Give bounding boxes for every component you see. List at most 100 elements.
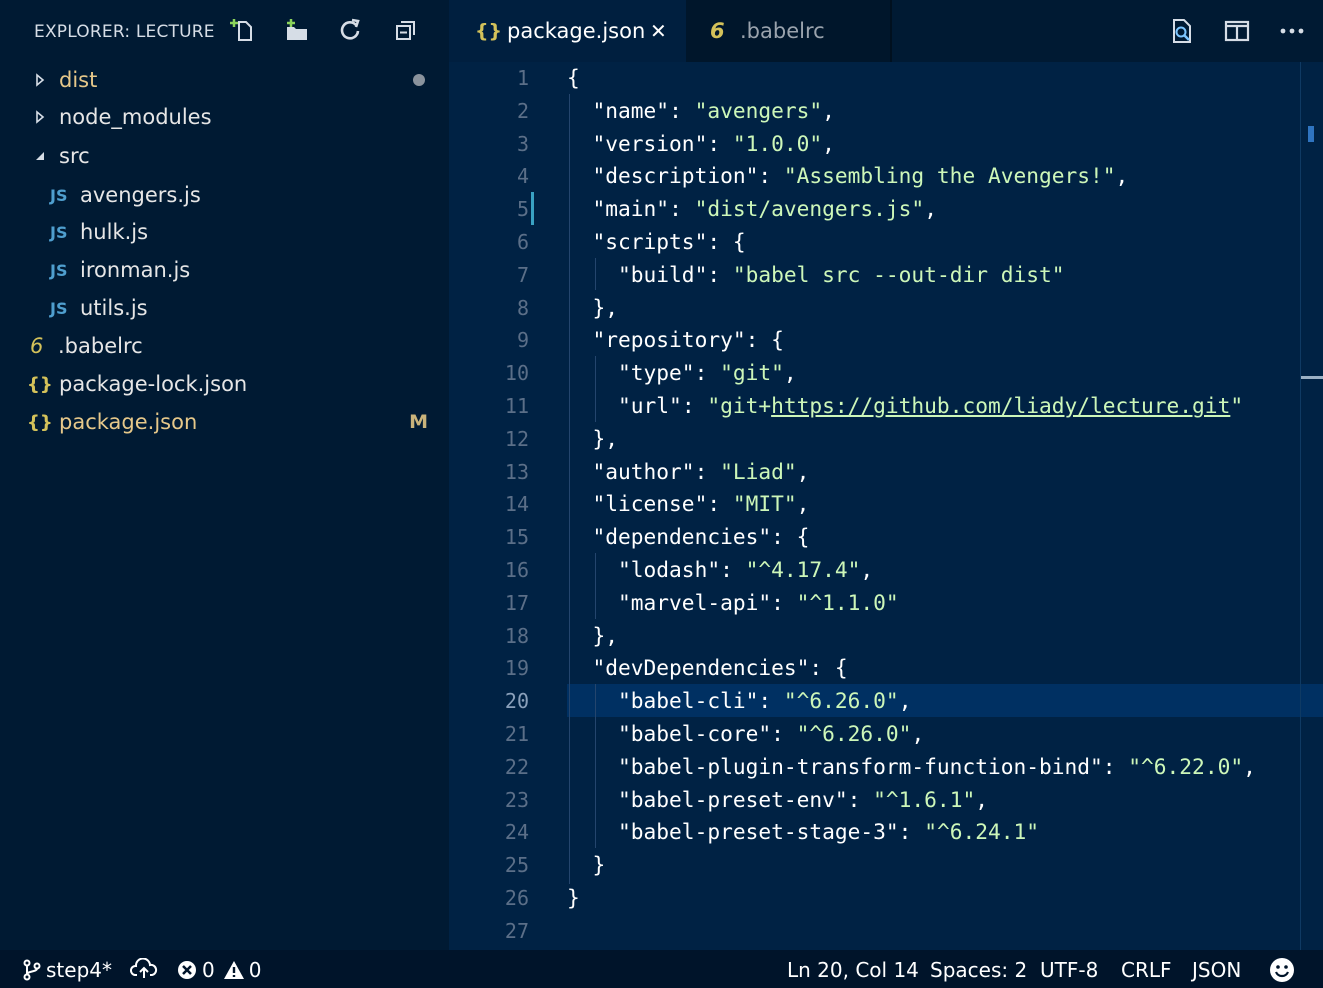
line-number: 3 <box>516 131 529 156</box>
code-content[interactable]: { "name": "avengers", "version": "1.0.0"… <box>567 62 1303 950</box>
punctuation <box>567 557 618 582</box>
chevron-right-icon[interactable] <box>32 109 48 125</box>
punctuation <box>567 131 593 156</box>
line-number: 2 <box>516 98 529 123</box>
tree-item-package-lock-json[interactable]: {} package-lock.json <box>0 366 449 402</box>
punctuation: : <box>669 196 695 222</box>
punctuation <box>567 721 618 746</box>
code-line: "url": "git+https://github.com/liady/lec… <box>567 389 1243 422</box>
line-number: 26 <box>504 886 529 910</box>
punctuation: }, <box>567 622 619 648</box>
encoding-status[interactable]: UTF-8 <box>1040 958 1098 982</box>
code-line: "description": "Assembling the Avengers!… <box>567 159 1129 192</box>
punctuation: , <box>796 458 810 484</box>
branch-status[interactable]: step4* <box>22 958 112 982</box>
chevron-right-icon[interactable] <box>32 72 48 88</box>
problems-status[interactable]: 0 0 <box>176 958 261 982</box>
warning-count: 0 <box>248 958 262 982</box>
punctuation: : { <box>745 327 784 353</box>
feedback-smiley-icon[interactable] <box>1269 957 1295 983</box>
warning-icon <box>223 961 244 979</box>
split-editor-icon[interactable] <box>1222 16 1252 46</box>
tree-item-utils-js[interactable]: JS utils.js <box>0 290 449 326</box>
punctuation: , <box>924 196 937 222</box>
punctuation <box>567 459 593 484</box>
punctuation <box>567 327 593 352</box>
eol-status[interactable]: CRLF <box>1121 958 1172 982</box>
json-file-icon: {} <box>27 411 53 433</box>
language-mode[interactable]: JSON <box>1192 958 1241 982</box>
line-number: 18 <box>504 623 529 648</box>
babel-file-icon: 6 <box>30 334 44 358</box>
punctuation <box>567 262 618 287</box>
line-number: 21 <box>504 722 529 746</box>
refresh-icon[interactable] <box>336 16 364 44</box>
punctuation: , <box>1243 753 1256 779</box>
js-file-icon: JS <box>50 222 68 242</box>
url-link[interactable]: https://github.com/liady/lecture.git <box>771 393 1230 418</box>
line-number: 24 <box>504 820 529 845</box>
tree-item-avengers-js[interactable]: JS avengers.js <box>0 177 449 213</box>
tree-item-hulk-js[interactable]: JS hulk.js <box>0 214 449 250</box>
tab-babelrc[interactable]: 6 .babelrc <box>686 0 890 62</box>
tree-item-label: package-lock.json <box>59 372 248 396</box>
punctuation: , <box>911 721 925 746</box>
code-line: } <box>567 881 580 914</box>
tree-item-ironman-js[interactable]: JS ironman.js <box>0 252 449 288</box>
tree-item-dist[interactable]: dist <box>0 62 449 98</box>
punctuation: : <box>681 393 708 418</box>
open-preview-icon[interactable] <box>1167 16 1197 46</box>
chevron-down-icon[interactable] <box>32 148 48 164</box>
tree-item-label: package.json <box>59 410 198 434</box>
json-string: "1.0.0" <box>732 130 823 156</box>
code-line: "version": "1.0.0", <box>567 127 835 160</box>
sync-icon[interactable] <box>130 958 158 980</box>
more-actions-icon[interactable] <box>1277 16 1307 46</box>
js-file-icon: JS <box>50 185 68 205</box>
tree-item-label: hulk.js <box>80 220 149 244</box>
tab-package-json[interactable]: {} package.json ✕ <box>449 0 686 62</box>
line-number: 27 <box>504 918 529 943</box>
tree-item-babelrc[interactable]: 6 .babelrc <box>0 328 449 364</box>
vertical-scrollbar[interactable] <box>1300 62 1323 950</box>
code-line: "build": "babel src --out-dir dist" <box>567 258 1064 291</box>
json-key: "babel-core" <box>618 721 772 746</box>
tree-item-label: .babelrc <box>58 334 143 358</box>
line-number: 9 <box>516 328 529 353</box>
new-file-icon[interactable] <box>228 16 256 44</box>
tree-item-label: dist <box>59 68 98 92</box>
code-line: }, <box>567 619 619 652</box>
tree-item-node-modules[interactable]: node_modules <box>0 99 449 135</box>
json-string: "git" <box>720 360 784 386</box>
code-line: "repository": { <box>567 323 784 356</box>
folder-status-dot <box>413 74 425 86</box>
close-icon[interactable]: ✕ <box>650 19 667 43</box>
new-folder-icon[interactable] <box>283 16 311 44</box>
code-line: "marvel-api": "^1.1.0" <box>567 586 899 619</box>
json-string: "^6.26.0" <box>783 688 899 714</box>
punctuation: , <box>822 130 835 156</box>
line-number: 10 <box>504 361 529 386</box>
punctuation: : <box>707 261 733 287</box>
json-string: "Liad" <box>720 458 797 484</box>
scrollbar-change-marker <box>1308 126 1314 142</box>
js-file-icon: JS <box>50 260 68 280</box>
punctuation: : { <box>771 524 810 550</box>
json-key: "type" <box>618 360 695 386</box>
punctuation: : <box>720 557 746 582</box>
indentation-status[interactable]: Spaces: 2 <box>930 958 1027 982</box>
git-branch-icon <box>23 959 41 981</box>
cursor-position[interactable]: Ln 20, Col 14 <box>787 958 919 982</box>
tree-item-src[interactable]: src <box>0 138 449 174</box>
punctuation: , <box>898 688 912 714</box>
tree-item-package-json[interactable]: {} package.json M <box>0 404 449 440</box>
json-key: "version" <box>592 130 708 156</box>
collapse-all-icon[interactable] <box>392 16 420 44</box>
tab-label: package.json <box>507 19 646 43</box>
punctuation <box>567 360 618 385</box>
punctuation: : <box>771 589 797 615</box>
code-editor[interactable]: 1 2 3 4 5 6 7 8 9 10 11 12 13 14 15 16 17 18 19 20 21 22 23 24 2… <box>449 62 1323 950</box>
explorer-sidebar: EXPLORER: LECTURE dist node_modules src JS a… <box>0 0 449 950</box>
line-number: 5 <box>516 197 529 222</box>
code-line: "devDependencies": { <box>567 651 848 684</box>
